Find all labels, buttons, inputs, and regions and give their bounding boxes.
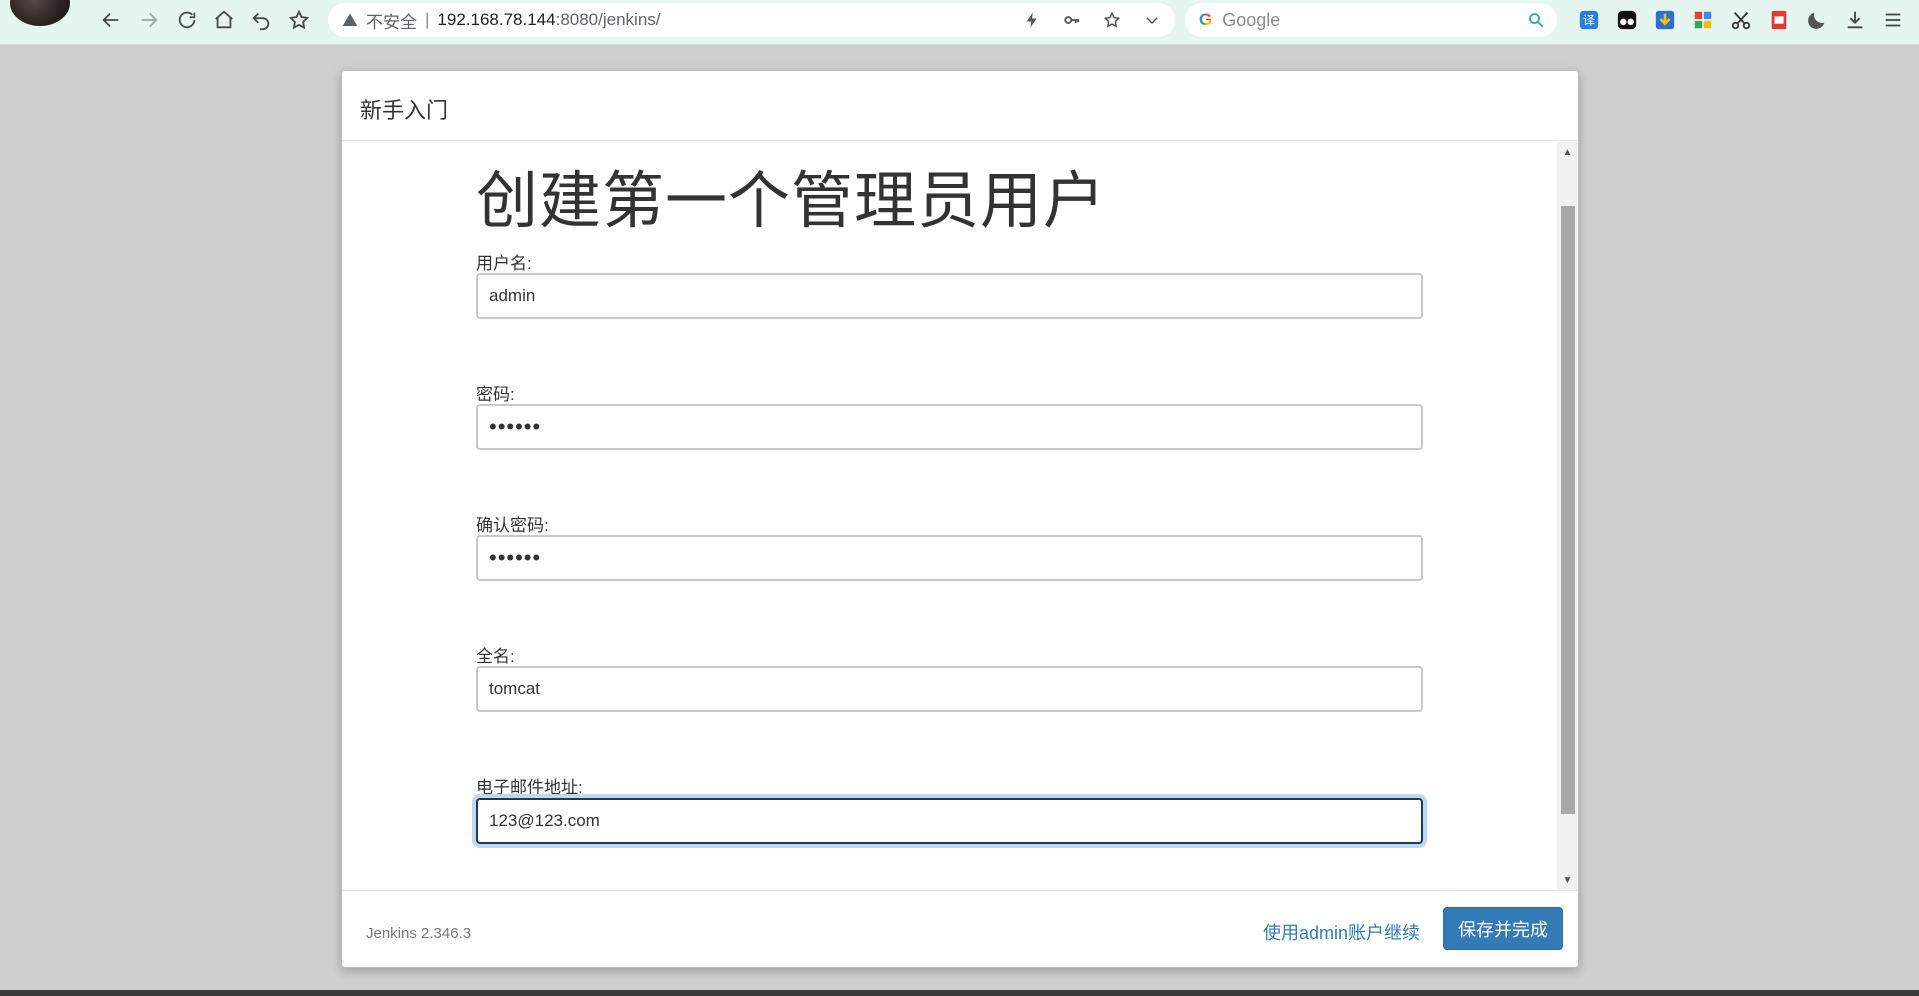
translate-extension-icon[interactable]: 译: [1573, 5, 1604, 35]
dialog-body: 创建第一个管理员用户 用户名: 密码: 确认密码: 全名: 电子邮件地址: ▲ …: [342, 142, 1578, 890]
scissors-icon[interactable]: [1725, 5, 1756, 35]
scrollbar-thumb[interactable]: [1561, 206, 1575, 814]
username-label: 用户名:: [476, 254, 532, 273]
back-icon[interactable]: [96, 5, 126, 35]
dark-mode-moon-icon[interactable]: [1801, 5, 1832, 35]
confirm-password-input[interactable]: [476, 535, 1423, 581]
forward-icon[interactable]: [134, 5, 164, 35]
address-bar[interactable]: 不安全 | 192.168.78.144:8080/jenkins/: [328, 3, 1175, 37]
email-input[interactable]: [476, 798, 1423, 844]
download-extension-icon[interactable]: [1649, 5, 1680, 35]
lightning-icon[interactable]: [1017, 5, 1047, 35]
home-icon[interactable]: [209, 5, 239, 35]
search-icon[interactable]: [1527, 11, 1545, 29]
extensions-bar: 译: [1573, 5, 1908, 35]
continue-as-admin-link[interactable]: 使用admin账户继续: [1263, 919, 1420, 945]
page-title: 创建第一个管理员用户: [476, 167, 1107, 236]
bookmark-star-icon[interactable]: [284, 5, 314, 35]
browser-toolbar: 不安全 | 192.168.78.144:8080/jenkins/ G 译: [0, 0, 1919, 45]
reload-icon[interactable]: [172, 5, 202, 35]
address-bar-actions: [1017, 3, 1167, 37]
pdf-extension-icon[interactable]: [1763, 5, 1794, 35]
taskbar-strip: [0, 990, 1919, 996]
downloads-icon[interactable]: [1839, 5, 1870, 35]
scroll-down-arrow-icon[interactable]: ▼: [1557, 870, 1578, 890]
svg-text:译: 译: [1583, 14, 1595, 28]
favorite-star-icon[interactable]: [1097, 5, 1127, 35]
profile-avatar[interactable]: [10, 0, 70, 26]
apps-grid-extension-icon[interactable]: [1687, 5, 1718, 35]
password-input[interactable]: [476, 404, 1423, 450]
url-path: :8080/jenkins/: [555, 10, 661, 29]
dialog-header: 新手入门: [342, 71, 1578, 141]
url-host: 192.168.78.144: [437, 10, 556, 29]
fullname-label: 全名:: [476, 647, 515, 666]
save-and-finish-button[interactable]: 保存并完成: [1443, 907, 1563, 950]
username-input[interactable]: [476, 273, 1423, 319]
chevron-down-icon[interactable]: [1137, 5, 1167, 35]
setup-wizard-dialog: 新手入门 创建第一个管理员用户 用户名: 密码: 确认密码: 全名: 电子邮件地…: [341, 70, 1579, 968]
dialog-footer: Jenkins 2.346.3 使用admin账户继续 保存并完成: [342, 890, 1578, 969]
confirm-password-label: 确认密码:: [476, 516, 549, 535]
search-input[interactable]: [1220, 8, 1501, 32]
dialog-title: 新手入门: [360, 98, 449, 123]
insecure-label[interactable]: 不安全: [366, 8, 417, 33]
tampermonkey-extension-icon[interactable]: [1611, 5, 1642, 35]
google-logo-icon: G: [1199, 10, 1213, 29]
menu-icon[interactable]: [1877, 5, 1908, 35]
password-label: 密码:: [476, 385, 515, 404]
dialog-scrollbar[interactable]: ▲ ▼: [1557, 142, 1578, 890]
scroll-up-arrow-icon[interactable]: ▲: [1557, 142, 1578, 162]
search-box[interactable]: G: [1185, 3, 1557, 37]
jenkins-version: Jenkins 2.346.3: [366, 925, 472, 942]
url-separator: |: [425, 10, 430, 29]
email-label: 电子邮件地址:: [476, 778, 583, 797]
warning-icon: [342, 13, 358, 26]
fullname-input[interactable]: [476, 666, 1423, 712]
key-icon[interactable]: [1057, 5, 1087, 35]
undo-close-tab-icon[interactable]: [246, 5, 276, 35]
